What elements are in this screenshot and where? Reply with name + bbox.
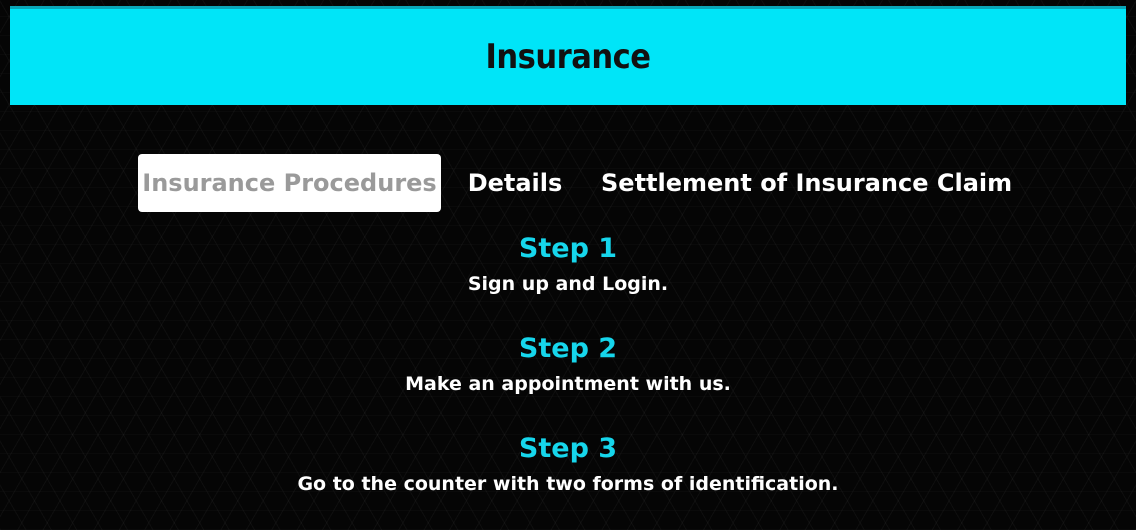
step-description: Make an appointment with us.	[405, 373, 731, 395]
step-title: Step 3	[518, 433, 618, 464]
procedure-steps: Step 1 Sign up and Login. Step 2 Make an…	[0, 230, 1136, 500]
step-2: Step 2 Make an appointment with us.	[0, 330, 1136, 400]
step-1: Step 1 Sign up and Login.	[0, 230, 1136, 300]
tab-bar: Insurance Procedures Details Settlement …	[138, 154, 1012, 212]
tab-details[interactable]: Details	[441, 154, 589, 212]
page-title: Insurance	[485, 37, 651, 77]
step-title: Step 2	[518, 333, 618, 364]
step-description: Go to the counter with two forms of iden…	[297, 473, 839, 495]
step-3: Step 3 Go to the counter with two forms …	[0, 430, 1136, 500]
step-description: Sign up and Login.	[467, 273, 669, 295]
tab-insurance-procedures[interactable]: Insurance Procedures	[138, 154, 441, 212]
tab-settlement-of-insurance-claim[interactable]: Settlement of Insurance Claim	[589, 154, 1012, 212]
page-header: Insurance	[10, 9, 1126, 105]
step-title: Step 1	[518, 233, 618, 264]
